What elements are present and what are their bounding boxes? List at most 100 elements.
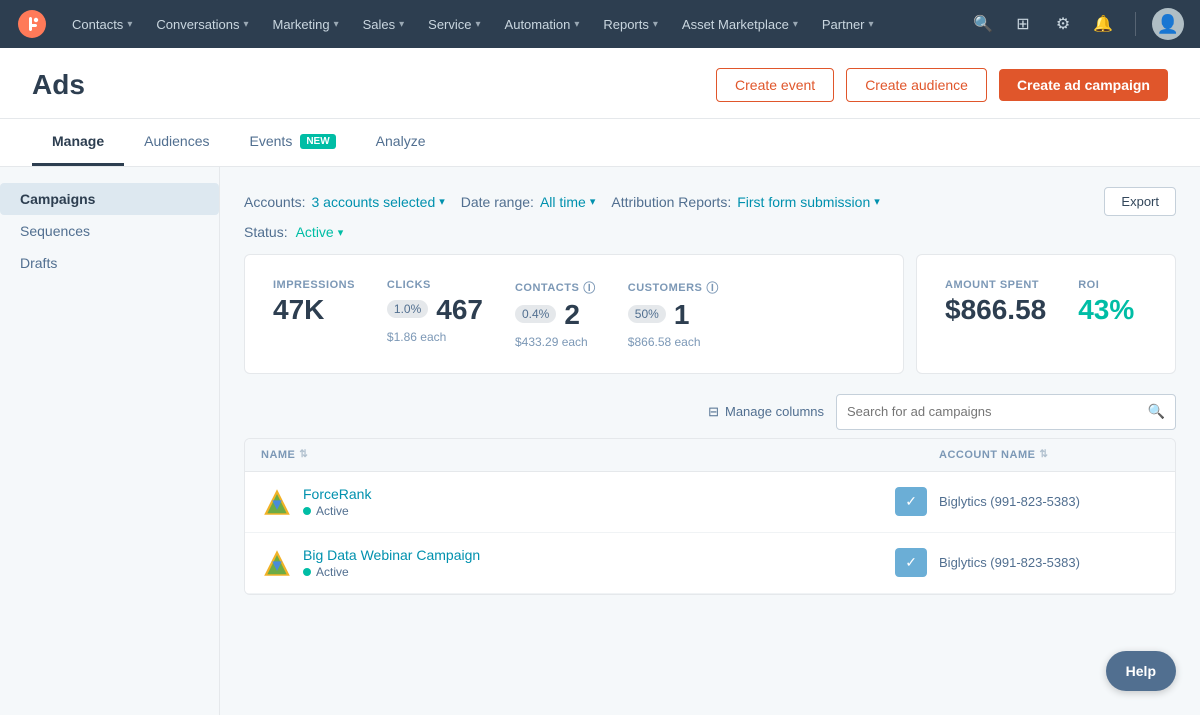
create-campaign-button[interactable]: Create ad campaign	[999, 69, 1168, 101]
contacts-value: 2	[564, 300, 580, 331]
search-box: 🔍	[836, 394, 1176, 430]
stats-card-main: IMPRESSIONS 47K CLICKS 1.0% 467 $1.86 ea…	[244, 254, 904, 374]
hubspot-logo[interactable]	[16, 8, 48, 40]
chevron-down-icon: ▾	[793, 19, 798, 30]
marketplace-icon[interactable]: ⊞	[1007, 8, 1039, 40]
top-navigation: Contacts▾ Conversations▾ Marketing▾ Sale…	[0, 0, 1200, 48]
create-event-button[interactable]: Create event	[716, 68, 834, 102]
campaign-name-info: Big Data Webinar Campaign Active	[303, 547, 480, 579]
main-content: Accounts: 3 accounts selected ▾ Date ran…	[220, 167, 1200, 715]
nav-reports[interactable]: Reports▾	[591, 0, 670, 48]
tab-analyze[interactable]: Analyze	[356, 119, 446, 166]
nav-automation[interactable]: Automation▾	[493, 0, 592, 48]
check-icon: ✓	[905, 554, 917, 571]
stat-customers: CUSTOMERS ⓘ 50% 1 $866.58 each	[628, 279, 719, 349]
campaign-name-info: ForceRank Active	[303, 486, 371, 518]
date-range-label: Date range:	[461, 194, 534, 210]
date-range-dropdown[interactable]: All time ▾	[540, 194, 595, 210]
contacts-sub: $433.29 each	[515, 335, 588, 349]
attribution-dropdown[interactable]: First form submission ▾	[737, 194, 880, 210]
customers-sub: $866.58 each	[628, 335, 701, 349]
roi-label: ROI	[1078, 279, 1099, 291]
amount-spent-value: $866.58	[945, 295, 1046, 326]
accounts-label: Accounts:	[244, 194, 305, 210]
stat-roi: ROI 43%	[1078, 279, 1134, 326]
toggle-button[interactable]: ✓	[895, 487, 927, 516]
attribution-label: Attribution Reports:	[611, 194, 731, 210]
tab-events[interactable]: Events NEW	[230, 119, 356, 166]
nav-sales[interactable]: Sales▾	[351, 0, 417, 48]
campaign-icon	[261, 486, 293, 518]
page-title: Ads	[32, 69, 85, 101]
export-button[interactable]: Export	[1104, 187, 1176, 216]
header-buttons: Create event Create audience Create ad c…	[716, 68, 1168, 102]
campaign-status: Active	[303, 565, 480, 579]
content-area: Campaigns Sequences Drafts Accounts: 3 a…	[0, 167, 1200, 715]
contacts-row: 0.4% 2	[515, 300, 580, 331]
check-icon: ✓	[905, 493, 917, 510]
chevron-down-icon: ▾	[338, 226, 344, 239]
manage-columns-button[interactable]: ⊟ Manage columns	[708, 404, 824, 420]
stats-area: IMPRESSIONS 47K CLICKS 1.0% 467 $1.86 ea…	[244, 254, 1176, 374]
clicks-badge: 1.0%	[387, 300, 428, 318]
notifications-icon[interactable]: 🔔	[1087, 8, 1119, 40]
chevron-down-icon: ▾	[590, 195, 596, 208]
row-name-col: Big Data Webinar Campaign Active	[261, 547, 578, 579]
toggle-button[interactable]: ✓	[895, 548, 927, 577]
create-audience-button[interactable]: Create audience	[846, 68, 987, 102]
chevron-down-icon: ▾	[653, 19, 658, 30]
sidebar-item-sequences[interactable]: Sequences	[0, 215, 219, 247]
customers-label: CUSTOMERS ⓘ	[628, 279, 719, 296]
sort-icon[interactable]: ⇅	[1039, 449, 1048, 460]
row-account: Biglytics (991-823-5383)	[939, 555, 1159, 570]
avatar[interactable]: 👤	[1152, 8, 1184, 40]
impressions-value: 47K	[273, 295, 324, 326]
campaign-name-link[interactable]: Big Data Webinar Campaign	[303, 547, 480, 563]
nav-partner[interactable]: Partner▾	[810, 0, 886, 48]
chevron-down-icon: ▾	[574, 19, 579, 30]
clicks-label: CLICKS	[387, 279, 431, 291]
search-icon[interactable]: 🔍	[967, 8, 999, 40]
tabs-bar: Manage Audiences Events NEW Analyze	[0, 119, 1200, 167]
roi-value: 43%	[1078, 295, 1134, 326]
sidebar-item-campaigns[interactable]: Campaigns	[0, 183, 219, 215]
nav-items: Contacts▾ Conversations▾ Marketing▾ Sale…	[60, 0, 967, 48]
search-input[interactable]	[847, 404, 1148, 419]
nav-conversations[interactable]: Conversations▾	[144, 0, 260, 48]
nav-asset-marketplace[interactable]: Asset Marketplace▾	[670, 0, 810, 48]
sort-icon[interactable]: ⇅	[299, 449, 308, 460]
campaign-status: Active	[303, 504, 371, 518]
nav-marketing[interactable]: Marketing▾	[260, 0, 350, 48]
help-button[interactable]: Help	[1106, 651, 1176, 691]
settings-icon[interactable]: ⚙	[1047, 8, 1079, 40]
customers-badge: 50%	[628, 305, 666, 323]
tab-audiences[interactable]: Audiences	[124, 119, 229, 166]
attribution-filter: Attribution Reports: First form submissi…	[611, 194, 879, 210]
chevron-down-icon: ▾	[874, 195, 880, 208]
info-icon[interactable]: ⓘ	[706, 279, 719, 296]
clicks-sub: $1.86 each	[387, 330, 446, 344]
contacts-label: CONTACTS ⓘ	[515, 279, 596, 296]
nav-contacts[interactable]: Contacts▾	[60, 0, 144, 48]
amount-spent-label: AMOUNT SPENT	[945, 279, 1039, 291]
status-dot	[303, 568, 311, 576]
status-label: Status:	[244, 224, 288, 240]
page-container: Ads Create event Create audience Create …	[0, 48, 1200, 715]
nav-service[interactable]: Service▾	[416, 0, 492, 48]
sidebar-item-drafts[interactable]: Drafts	[0, 247, 219, 279]
customers-row: 50% 1	[628, 300, 690, 331]
info-icon[interactable]: ⓘ	[583, 279, 596, 296]
chevron-down-icon: ▾	[127, 19, 132, 30]
status-dropdown[interactable]: Active ▾	[296, 224, 344, 240]
tab-manage[interactable]: Manage	[32, 119, 124, 166]
accounts-dropdown[interactable]: 3 accounts selected ▾	[311, 194, 444, 210]
stat-contacts: CONTACTS ⓘ 0.4% 2 $433.29 each	[515, 279, 596, 349]
contacts-badge: 0.4%	[515, 305, 556, 323]
date-range-filter: Date range: All time ▾	[461, 194, 596, 210]
sidebar: Campaigns Sequences Drafts	[0, 167, 220, 715]
stat-clicks: CLICKS 1.0% 467 $1.86 each	[387, 279, 483, 344]
column-header-account: ACCOUNT NAME ⇅	[939, 449, 1159, 461]
campaign-name-link[interactable]: ForceRank	[303, 486, 371, 502]
table-toolbar: ⊟ Manage columns 🔍	[244, 394, 1176, 430]
impressions-label: IMPRESSIONS	[273, 279, 355, 291]
